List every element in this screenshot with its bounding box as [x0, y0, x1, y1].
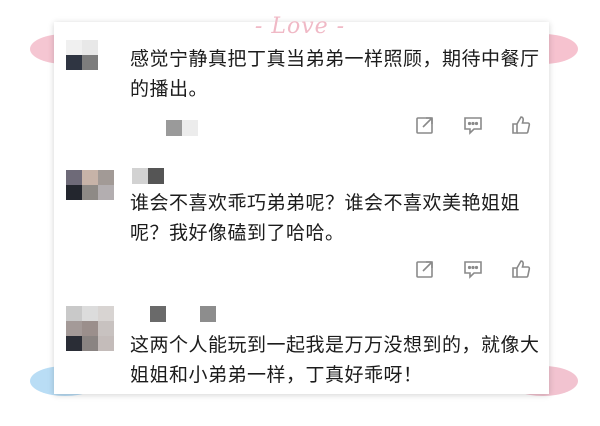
comment-actions — [414, 258, 538, 282]
comment-text: 谁会不喜欢乖巧弟弟呢？谁会不喜欢美艳姐姐呢？我好像磕到了哈哈。 — [130, 192, 521, 244]
avatar[interactable] — [66, 306, 114, 356]
comment-text: 感觉宁静真把丁真当弟弟一样照顾，期待中餐厅的播出。 — [130, 48, 540, 100]
username-redacted — [150, 306, 220, 322]
comment-text: 这两个人能玩到一起我是万万没想到的，就像大姐姐和小弟弟一样，丁真好乖呀！ — [130, 334, 540, 386]
share-icon[interactable] — [414, 258, 438, 282]
comment-icon[interactable] — [462, 258, 486, 282]
like-icon[interactable] — [510, 114, 534, 138]
comment-icon[interactable] — [462, 114, 486, 138]
like-icon[interactable] — [510, 258, 534, 282]
share-icon[interactable] — [414, 114, 438, 138]
avatar[interactable] — [66, 170, 114, 216]
username-redacted — [132, 168, 166, 184]
username-redacted — [166, 120, 200, 136]
avatar[interactable] — [66, 40, 114, 86]
love-header-decoration: - Love - — [254, 14, 346, 39]
comment-actions — [414, 114, 538, 138]
